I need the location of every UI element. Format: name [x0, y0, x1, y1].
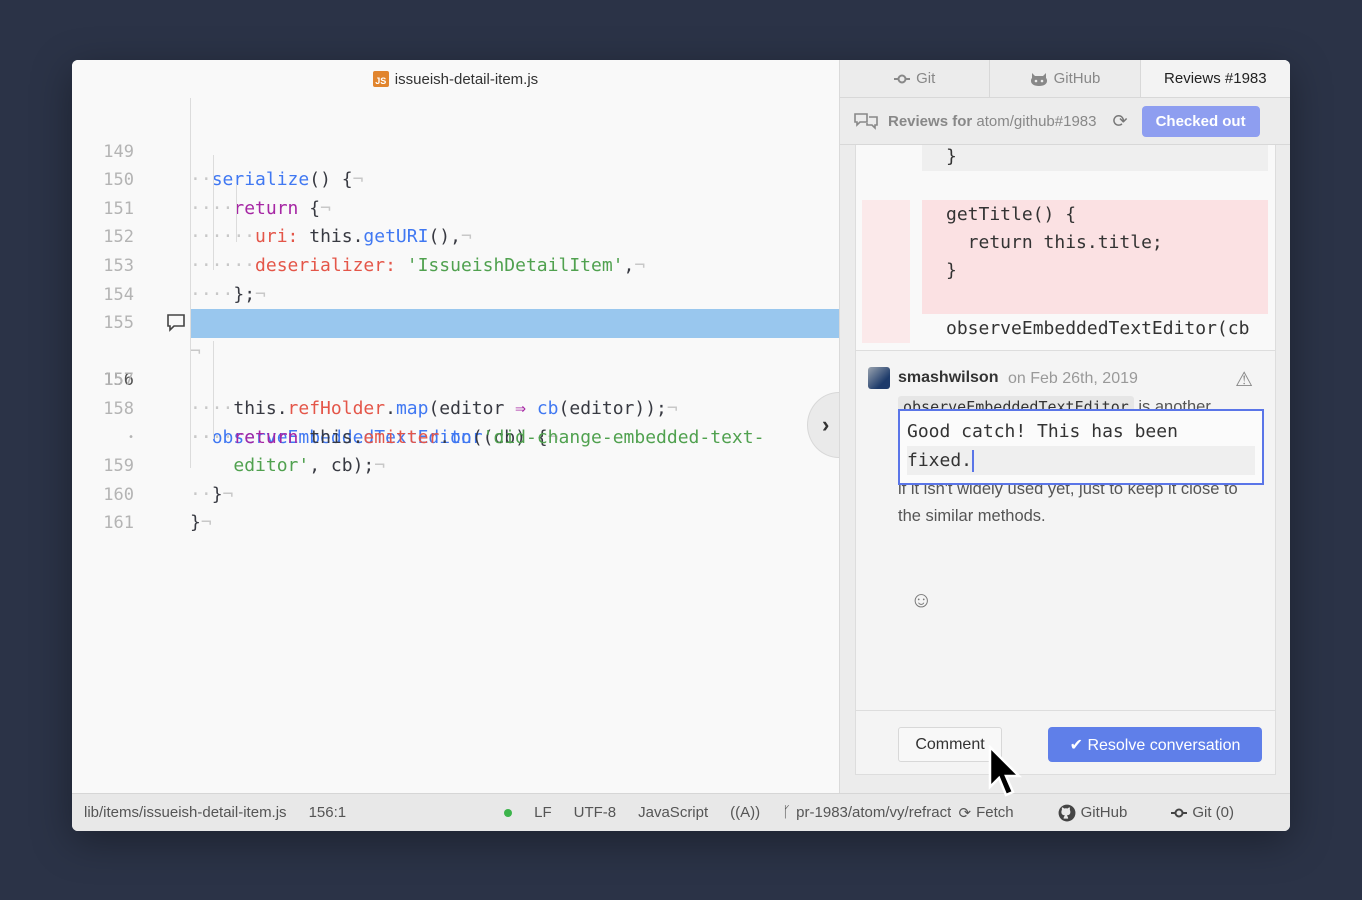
code-line: 149 ··serialize() {¬ — [72, 109, 839, 191]
code-line: 152 ······deserializer: 'IssueishDetailI… — [72, 195, 839, 276]
reply-text-line: Good catch! This has been — [907, 421, 1178, 442]
avatar — [868, 367, 890, 389]
teletype-icon[interactable]: ((A)) — [730, 804, 760, 821]
comment-button[interactable]: Comment — [898, 727, 1002, 762]
indent-guide — [213, 341, 214, 439]
code-line: 151 ······uri: this.getURI(),¬ — [72, 166, 839, 248]
cursor-position[interactable]: 156:1 — [309, 804, 347, 821]
fetch-button[interactable]: ⟳ Fetch — [959, 804, 1036, 822]
reviews-title: Reviews for atom/github#1983 — [888, 112, 1097, 130]
editor-tab[interactable]: JS issueish-detail-item.js — [72, 60, 839, 98]
editor-tab-title: issueish-detail-item.js — [394, 70, 539, 88]
code-line: 159 ··}¬ — [72, 424, 839, 505]
mouse-pointer-icon — [988, 745, 1022, 797]
review-thread: } getTitle() { return this.title; } obse… — [855, 145, 1276, 775]
comment-icon[interactable] — [166, 313, 186, 333]
code-line: 160 }¬ — [72, 452, 839, 534]
dock-tabs: Git GitHub Reviews #1983 — [840, 60, 1290, 98]
reply-text-line: fixed. — [907, 450, 973, 471]
refresh-icon[interactable]: ⟳ — [1112, 111, 1127, 132]
alert-icon[interactable]: ⚠ — [1235, 367, 1253, 392]
line-ending[interactable]: LF — [534, 804, 552, 821]
diff-context-bg — [922, 145, 1268, 171]
code-line: 157 ····this.refHolder.map(editor ⇒ cb(e… — [72, 338, 839, 419]
comment-date[interactable]: on Feb 26th, 2019 — [1008, 370, 1138, 388]
comment-discussion-icon — [854, 113, 878, 130]
file-status — [504, 808, 513, 817]
code-line: 161 — [72, 481, 839, 533]
status-bar: lib/items/issueish-detail-item.js 156:1 … — [72, 793, 1290, 831]
review-actions: Comment ✔ Resolve conversation — [856, 710, 1275, 774]
mark-github-icon — [1058, 804, 1076, 821]
git-branch-icon: ᚴ — [782, 804, 792, 821]
sync-icon: ⟳ — [958, 804, 972, 822]
github-button[interactable]: GitHub — [1058, 804, 1150, 822]
diff-line: } — [946, 146, 957, 167]
chevron-right-icon: › — [822, 412, 830, 437]
javascript-file-icon: JS — [372, 71, 389, 87]
tab-git[interactable]: Git — [840, 60, 991, 97]
resolve-conversation-button[interactable]: ✔ Resolve conversation — [1048, 727, 1262, 762]
checked-out-button[interactable]: Checked out — [1141, 105, 1260, 137]
button-label: Resolve conversation — [1087, 736, 1241, 754]
indent-guide — [190, 98, 191, 468]
diff-line-deleted: } — [946, 260, 957, 281]
encoding[interactable]: UTF-8 — [574, 804, 617, 821]
indent-guide — [236, 184, 237, 242]
right-dock: Git GitHub Reviews #1983 Reviews for ato… — [839, 60, 1290, 793]
diff-line: observeEmbeddedTextEditor(cb — [946, 318, 1250, 339]
code-line: 158 ····return this.emitter.on('did-chan… — [72, 366, 839, 448]
check-icon: ✔ — [1069, 736, 1088, 754]
fetch-label: Fetch — [976, 804, 1014, 821]
code-line: 155 ¬ — [72, 281, 839, 362]
git-button[interactable]: Git (0) — [1171, 804, 1256, 821]
tab-label: GitHub — [1053, 70, 1101, 87]
tab-label: Reviews #1983 — [1164, 69, 1267, 87]
git-label: Git (0) — [1192, 804, 1234, 821]
atom-window: JS issueish-detail-item.js 149 ··seriali… — [72, 60, 1290, 831]
file-path[interactable]: lib/items/issueish-detail-item.js — [84, 804, 287, 821]
code-line-wrapped: • editor', cb);¬ — [72, 395, 839, 477]
branch-selector[interactable]: ᚴpr-1983/atom/vy/refractor-item — [782, 804, 950, 821]
text-editor[interactable]: JS issueish-detail-item.js 149 ··seriali… — [72, 60, 871, 793]
line-highlight — [190, 309, 839, 338]
code-area[interactable]: 149 ··serialize() {¬ 150 ····return {¬ 1… — [72, 95, 839, 534]
code-line: 150 ····return {¬ — [72, 138, 839, 219]
branch-name: pr-1983/atom/vy/refractor-item — [796, 804, 951, 821]
code-line-selected: 156 ··observeEmbeddedTextEditor(cb) {¬ — [72, 309, 839, 448]
diff-line-deleted: getTitle() { — [946, 204, 1077, 225]
text-caret — [972, 450, 975, 472]
tab-github[interactable]: GitHub — [990, 60, 1141, 97]
octoface-icon — [1030, 72, 1047, 86]
reply-input[interactable]: Good catch! This has been fixed. — [898, 409, 1264, 485]
grammar[interactable]: JavaScript — [638, 804, 708, 821]
status-dot-icon — [504, 808, 513, 817]
reviews-header: Reviews for atom/github#1983 ⟳ Checked o… — [840, 98, 1290, 145]
emoji-reaction-icon[interactable]: ☺ — [910, 587, 932, 613]
git-commit-icon — [894, 74, 911, 83]
code-line: 154 ··}¬ — [72, 252, 839, 334]
code-line: 153 ····};¬ — [72, 223, 839, 305]
line-number: 161 — [103, 513, 134, 534]
tab-reviews[interactable]: Reviews #1983 — [1140, 60, 1290, 97]
diff-line-deleted: return this.title; — [946, 232, 1163, 253]
diff-gutter-deleted — [862, 200, 910, 343]
git-commit-icon — [1171, 808, 1188, 817]
tab-label: Git — [916, 70, 936, 87]
github-label: GitHub — [1080, 804, 1128, 821]
comment-author[interactable]: smashwilson — [898, 369, 998, 387]
indent-guide — [213, 155, 214, 270]
diff-hunk: } getTitle() { return this.title; } obse… — [856, 145, 1275, 351]
